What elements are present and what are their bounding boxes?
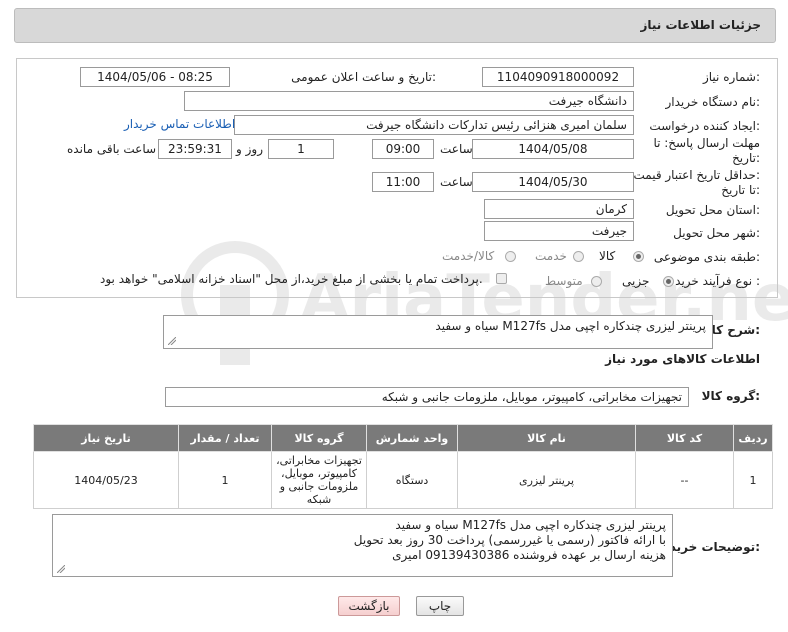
page-title: جزئیات اطلاعات نیاز (640, 18, 761, 32)
buyer-notes-textarea[interactable]: پرینتر لیزری چندکاره اچپی مدل M127fs سیا… (52, 514, 673, 577)
buyer-org-label: نام دستگاه خریدار: (665, 95, 761, 109)
col-unit: واحد شمارش (366, 424, 458, 452)
category-goods-label: کالا (599, 249, 616, 263)
deadline-date-field[interactable]: 1404/05/08 (472, 139, 634, 159)
category-radio-goods[interactable] (633, 251, 644, 262)
category-label: طبقه بندی موضوعی: (653, 250, 760, 264)
category-radio-goods-service[interactable] (505, 251, 516, 262)
announce-date-label: تاریخ و ساعت اعلان عمومی: (291, 70, 436, 84)
cell-unit: دستگاه (366, 451, 458, 509)
days-field[interactable]: 1 (268, 139, 334, 159)
price-validity-date-field[interactable]: 1404/05/30 (472, 172, 634, 192)
remaining-label: ساعت باقی مانده (67, 142, 157, 156)
table-row: 1 -- پرینتر لیزری دستگاه تجهیزات مخابرات… (33, 451, 773, 509)
goods-info-heading: اطلاعات کالاهای مورد نیاز (605, 352, 760, 366)
goods-group-field[interactable]: تجهیزات مخابراتی، کامپیوتر، موبایل، ملزو… (165, 387, 689, 407)
price-validity-hour-label: ساعت (440, 175, 473, 189)
col-need-date: تاریخ نیاز (33, 424, 179, 452)
need-number-label: شماره نیاز: (702, 70, 760, 84)
buyer-contact-link[interactable]: اطلاعات تماس خریدار (124, 117, 235, 131)
cell-need-date: 1404/05/23 (33, 451, 179, 509)
city-field[interactable]: جیرفت (484, 221, 634, 241)
category-radio-service[interactable] (573, 251, 584, 262)
description-text: پرینتر لیزری چندکاره اچپی مدل M127fs سیا… (435, 319, 706, 333)
deadline-label-line1: مهلت ارسال پاسخ: تا (653, 136, 760, 150)
announce-date-field[interactable]: 1404/05/06 - 08:25 (80, 67, 230, 87)
price-validity-time-field[interactable]: 11:00 (372, 172, 434, 192)
process-radio-medium[interactable] (591, 276, 602, 287)
cell-row-number: 1 (733, 451, 773, 509)
treasury-note: پرداخت تمام یا بخشی از مبلغ خرید،از محل … (100, 272, 483, 286)
category-goods-service-label: کالا/خدمت (442, 249, 495, 263)
cell-goods-group: تجهیزات مخابراتی، کامپیوتر، موبایل، ملزو… (271, 451, 367, 509)
province-field[interactable]: کرمان (484, 199, 634, 219)
process-radio-minor[interactable] (663, 276, 674, 287)
buyer-org-field[interactable]: دانشگاه جیرفت (184, 91, 634, 111)
province-label: استان محل تحویل: (665, 203, 760, 217)
items-table: ردیف کد کالا نام کالا واحد شمارش گروه کا… (33, 424, 773, 509)
remaining-time-field[interactable]: 23:59:31 (158, 139, 232, 159)
process-medium-label: متوسط (545, 274, 583, 288)
cell-item-name: پرینتر لیزری (457, 451, 636, 509)
buyer-notes-line: پرینتر لیزری چندکاره اچپی مدل M127fs سیا… (395, 518, 666, 532)
requester-field[interactable]: سلمان امیری هنزائی رئیس تدارکات دانشگاه … (234, 115, 634, 135)
cell-quantity: 1 (178, 451, 272, 509)
col-quantity: تعداد / مقدار (178, 424, 272, 452)
buyer-notes-line: هزینه ارسال بر عهده فروشنده 09139430386 … (392, 548, 666, 562)
col-item-name: نام کالا (457, 424, 636, 452)
items-table-header: ردیف کد کالا نام کالا واحد شمارش گروه کا… (33, 424, 773, 452)
col-goods-group: گروه کالا (271, 424, 367, 452)
deadline-label-line2: تاریخ: (732, 151, 760, 165)
col-item-code: کد کالا (635, 424, 734, 452)
day-and-label: روز و (236, 142, 263, 156)
cell-item-code: -- (635, 451, 734, 509)
price-validity-label-line1: حداقل تاریخ اعتبار قیمت: (633, 168, 760, 182)
city-label: شهر محل تحویل: (673, 226, 760, 240)
deadline-time-field[interactable]: 09:00 (372, 139, 434, 159)
col-row-number: ردیف (733, 424, 773, 452)
resize-grip-icon[interactable] (168, 337, 176, 345)
buyer-notes-line: با ارائه فاکتور (رسمی یا غیررسمی) پرداخت… (353, 533, 666, 547)
process-label: نوع فرآیند خرید : (675, 274, 760, 288)
description-textarea[interactable]: پرینتر لیزری چندکاره اچپی مدل M127fs سیا… (163, 315, 713, 349)
goods-group-label: گروه کالا: (701, 389, 760, 403)
resize-grip-icon[interactable] (57, 565, 65, 573)
back-button[interactable]: بازگشت (338, 596, 400, 616)
treasury-checkbox[interactable] (496, 273, 507, 284)
page-title-bar: جزئیات اطلاعات نیاز (14, 8, 776, 43)
price-validity-label-line2: تا تاریخ: (721, 183, 760, 197)
process-minor-label: جزیی (622, 274, 650, 288)
category-service-label: خدمت (535, 249, 567, 263)
deadline-hour-label: ساعت (440, 142, 473, 156)
need-number-field[interactable]: 1104090918000092 (482, 67, 634, 87)
requester-label: ایجاد کننده درخواست: (649, 119, 760, 133)
buyer-notes-label: توضیحات خریدار: (658, 540, 760, 554)
print-button[interactable]: چاپ (416, 596, 464, 616)
